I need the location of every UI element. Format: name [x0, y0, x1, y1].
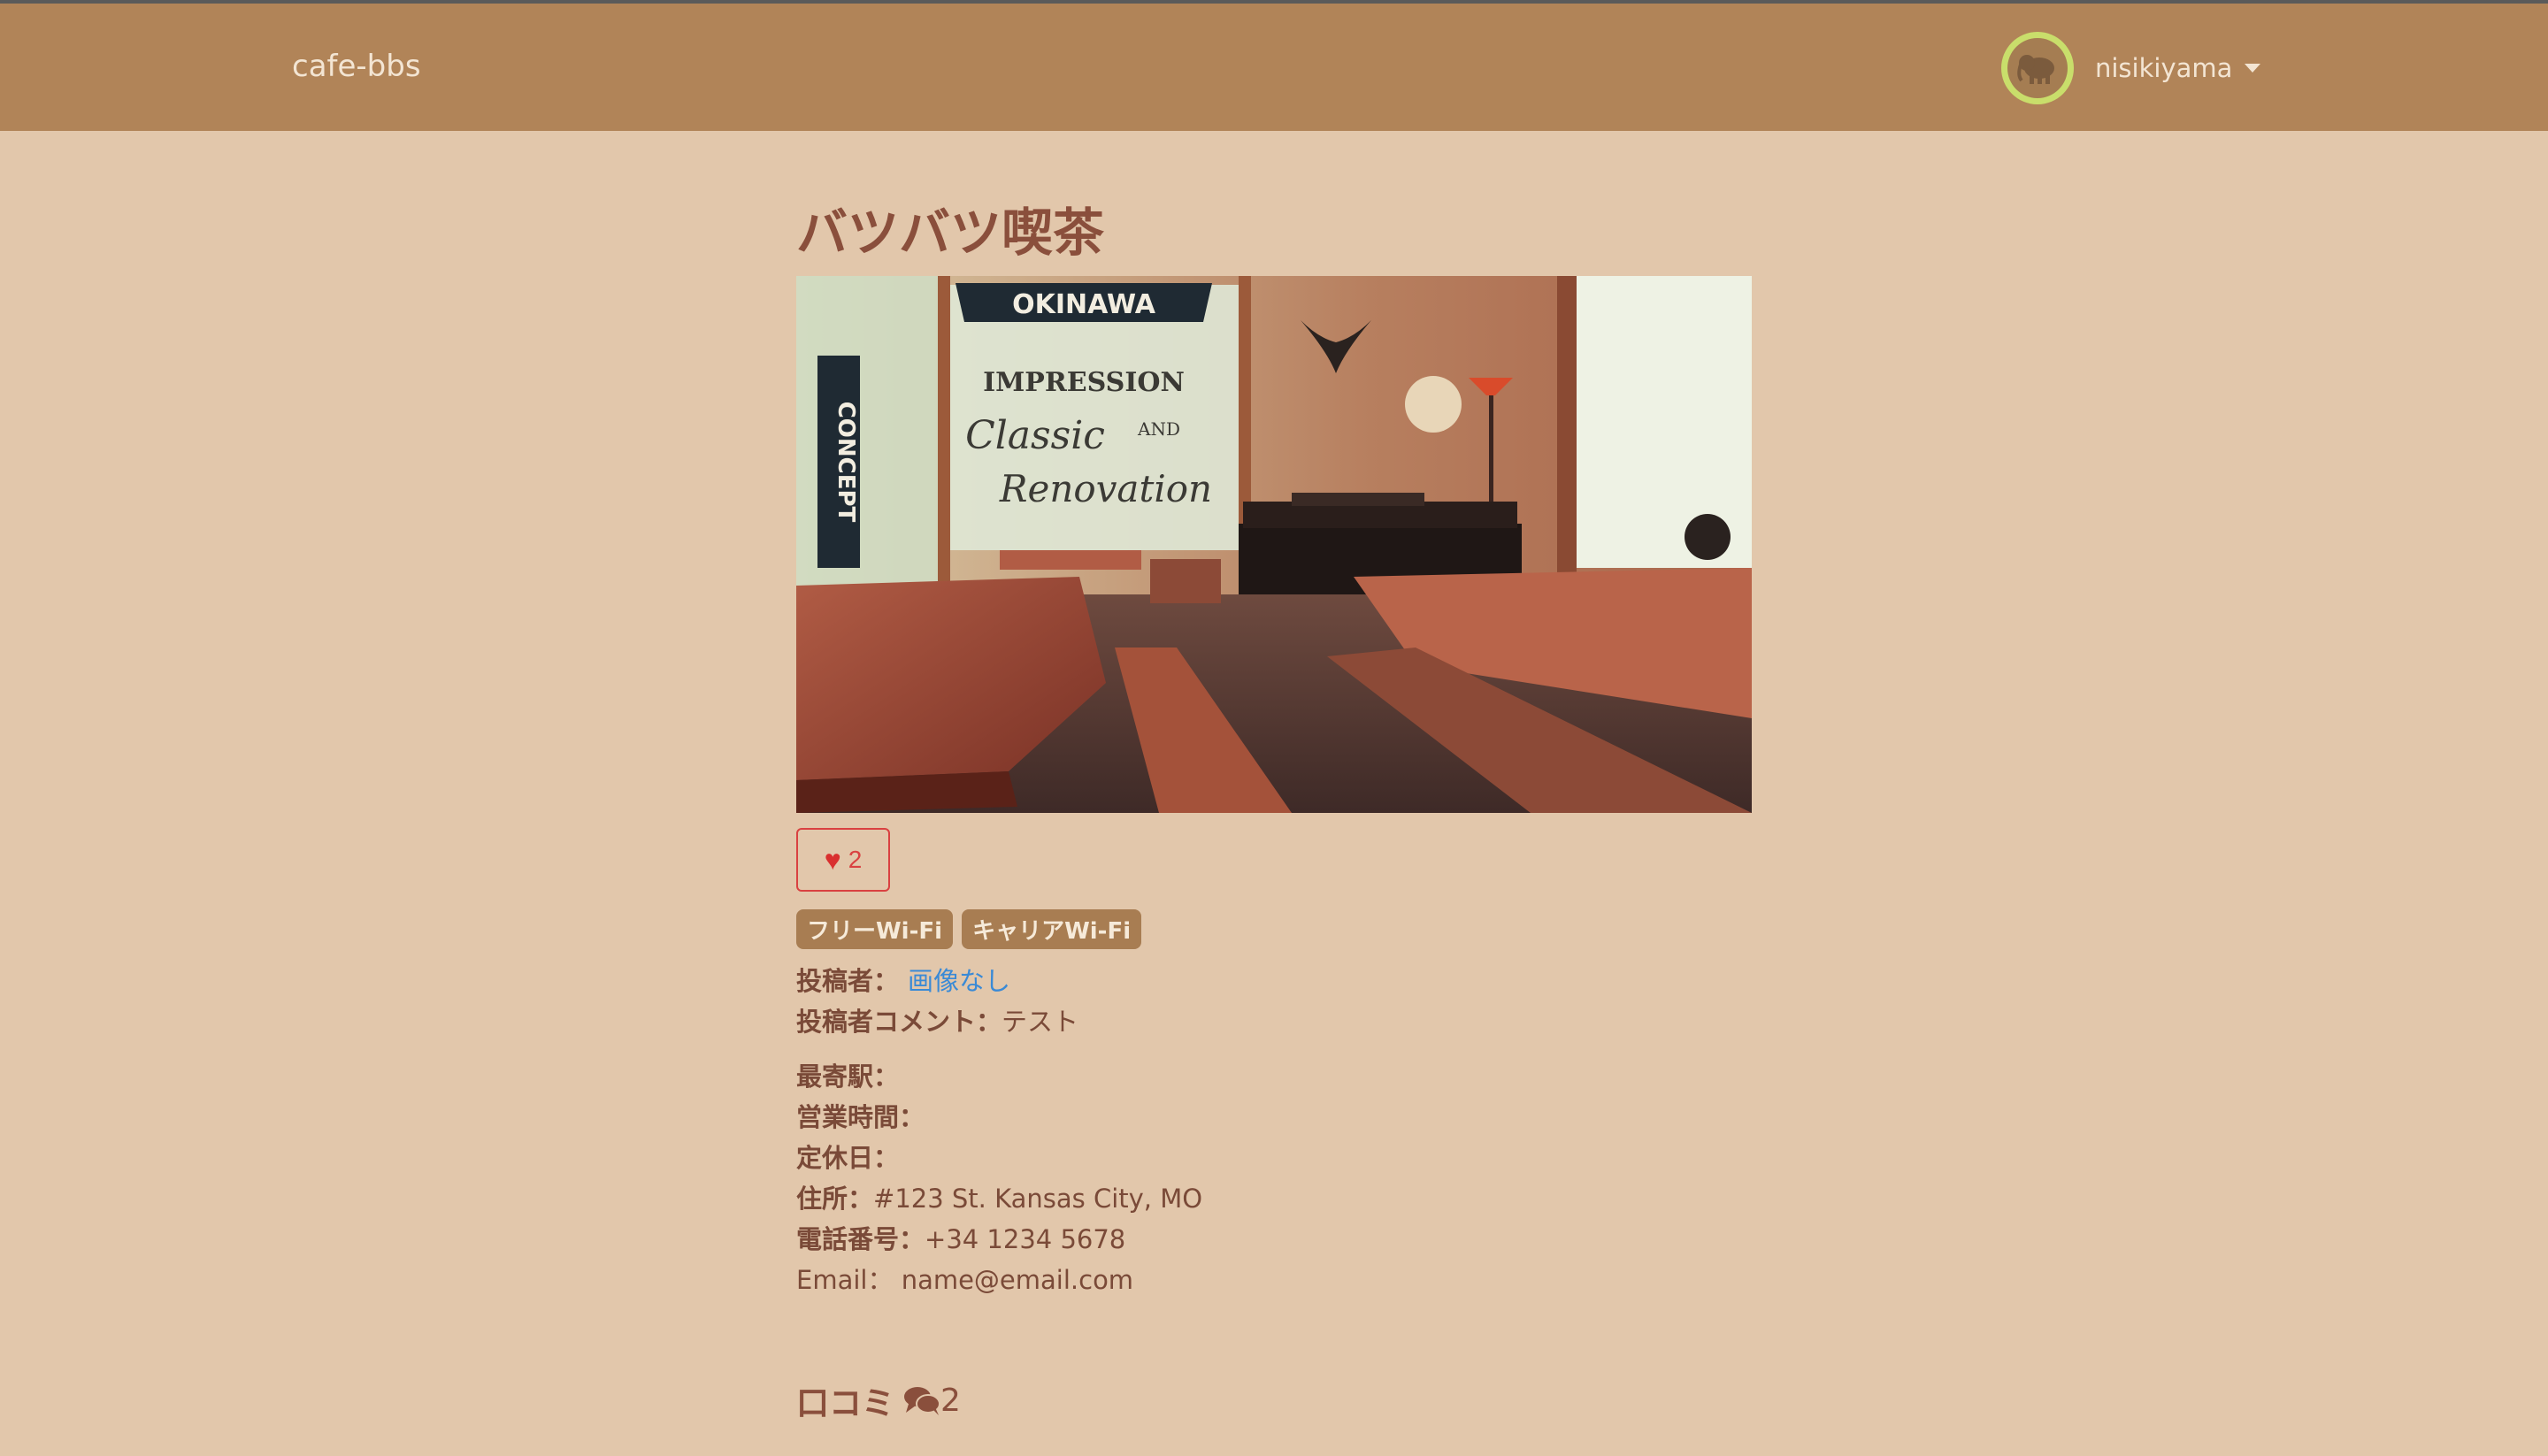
elephant-icon	[2007, 38, 2068, 98]
holiday-label: 定休日：	[796, 1143, 900, 1173]
like-button[interactable]: ♥ 2	[796, 828, 890, 892]
address-value: #123 St. Kansas City, MO	[873, 1184, 1203, 1214]
poster-row: 投稿者： 画像なし	[796, 961, 1010, 998]
phone-row: 電話番号：+34 1234 5678	[796, 1219, 1125, 1256]
review-count: 2	[940, 1382, 961, 1419]
user-menu-dropdown[interactable]: nisikiyama	[2001, 32, 2261, 104]
avatar[interactable]	[2001, 32, 2074, 104]
window-text-impression: IMPRESSION	[983, 367, 1185, 398]
address-row: 住所：#123 St. Kansas City, MO	[796, 1178, 1202, 1215]
tag-carrier-wifi: キャリアWi-Fi	[962, 909, 1142, 949]
poster-label: 投稿者：	[796, 966, 900, 996]
tag-list: フリーWi-Fi キャリアWi-Fi	[796, 909, 1142, 949]
comments-icon	[903, 1384, 940, 1416]
window-text-and: AND	[1137, 418, 1180, 440]
reviews-heading: 口コミ 2	[796, 1376, 961, 1424]
holiday-row: 定休日：	[796, 1138, 899, 1175]
cafe-photo: OKINAWA CONCEPT IMPRESSION Classic AND R…	[796, 276, 1752, 813]
station-row: 最寄駅：	[796, 1056, 899, 1093]
hours-label: 営業時間：	[796, 1102, 925, 1132]
comment-value: テスト	[1002, 1007, 1079, 1037]
tag-free-wifi: フリーWi-Fi	[796, 909, 954, 949]
window-text-classic: Classic	[965, 413, 1105, 458]
page-title: バツバツ喫茶	[796, 203, 1105, 263]
like-count: 2	[848, 846, 863, 873]
email-row: Email： name@email.com	[796, 1260, 1133, 1297]
chevron-down-icon[interactable]	[2245, 64, 2261, 73]
hours-row: 営業時間：	[796, 1097, 925, 1134]
reviews-label: 口コミ	[796, 1384, 894, 1422]
comment-row: 投稿者コメント：テスト	[796, 1001, 1078, 1038]
station-label: 最寄駅：	[796, 1061, 900, 1092]
navbar: cafe-bbs nisikiyama	[0, 4, 2548, 131]
sign-concept: CONCEPT	[833, 402, 859, 523]
username[interactable]: nisikiyama	[2095, 53, 2232, 83]
address-label: 住所：	[796, 1184, 874, 1214]
phone-value: +34 1234 5678	[925, 1224, 1126, 1254]
window-text-renovation: Renovation	[999, 467, 1212, 510]
email-value: name@email.com	[901, 1265, 1134, 1295]
heart-icon: ♥	[824, 844, 841, 876]
email-label: Email：	[796, 1265, 894, 1295]
brand-link[interactable]: cafe-bbs	[292, 49, 421, 84]
phone-label: 電話番号：	[796, 1224, 925, 1254]
poster-link[interactable]: 画像なし	[908, 966, 1010, 996]
comment-label: 投稿者コメント：	[796, 1007, 1002, 1037]
sign-okinawa: OKINAWA	[1012, 289, 1156, 320]
